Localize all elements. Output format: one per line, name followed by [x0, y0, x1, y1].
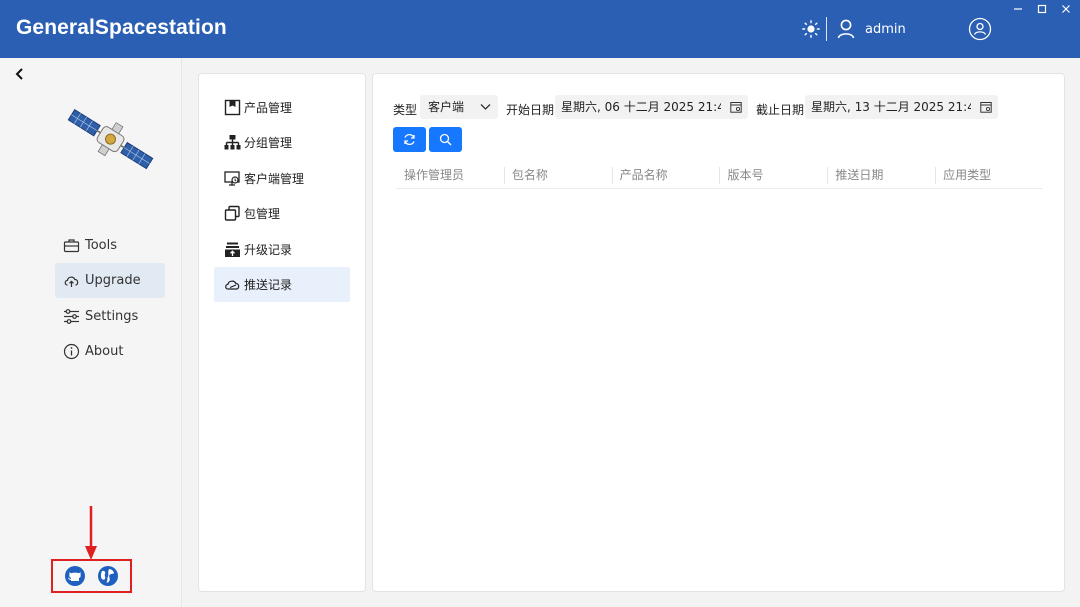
close-window-button[interactable]	[1058, 4, 1074, 18]
submenu-item-label: 升级记录	[244, 243, 293, 257]
start-date-label: 开始日期	[506, 103, 555, 117]
sidebar-item-label: Upgrade	[85, 273, 141, 288]
push-cloud-icon	[225, 280, 240, 290]
calendar-icon	[980, 102, 992, 113]
submenu-item-packages[interactable]: 包管理	[214, 196, 350, 231]
social-links-highlight	[51, 559, 132, 593]
search-button[interactable]	[429, 127, 462, 152]
submenu-item-label: 推送记录	[244, 278, 293, 292]
end-date-label: 截止日期	[756, 103, 805, 117]
sliders-icon	[64, 309, 79, 324]
sidebar-item-upgrade[interactable]: Upgrade	[55, 263, 165, 298]
sidebar-item-about[interactable]: About	[55, 334, 165, 369]
submenu-item-label: 产品管理	[244, 101, 293, 115]
package-copy-icon	[224, 205, 240, 221]
chevron-down-icon	[480, 104, 491, 110]
info-icon	[63, 343, 80, 360]
annotation-arrow	[85, 506, 97, 560]
upgrade-submenu: 产品管理 分组管理 客户端管理 包管理 升级记录 推送记录	[198, 73, 366, 592]
sidebar-item-tools[interactable]: Tools	[55, 228, 165, 263]
minimize-icon	[1014, 8, 1022, 10]
refresh-button[interactable]	[393, 127, 426, 152]
hierarchy-icon	[224, 135, 241, 150]
push-records-panel: 类型 客户端 开始日期 星期六, 06 十二月 2025 21:40:35 截止…	[372, 73, 1065, 592]
theme-toggle-button[interactable]	[801, 19, 821, 39]
back-button[interactable]	[12, 66, 28, 82]
submenu-item-label: 分组管理	[244, 136, 293, 150]
type-label: 类型	[393, 103, 418, 117]
client-monitor-icon	[224, 171, 240, 186]
type-select[interactable]: 客户端	[420, 95, 498, 119]
maximize-button[interactable]	[1034, 4, 1050, 18]
push-records-table-header: 操作管理员 包名称 产品名称 版本号 推送日期 应用类型	[396, 165, 1043, 189]
start-date-picker[interactable]: 星期六, 06 十二月 2025 21:40:35	[555, 95, 748, 119]
globe-icon[interactable]	[97, 565, 119, 587]
column-header-push-date[interactable]: 推送日期	[827, 165, 935, 188]
github-icon[interactable]	[64, 565, 86, 587]
satellite-logo	[67, 108, 154, 170]
sidebar-item-label: Tools	[85, 238, 118, 253]
account-circle-icon	[968, 17, 992, 41]
end-date-picker[interactable]: 星期六, 13 十二月 2025 21:40:35	[805, 95, 998, 119]
calendar-icon	[730, 102, 742, 113]
product-box-icon	[224, 99, 241, 116]
user-icon	[837, 19, 855, 39]
account-avatar-button[interactable]	[968, 17, 992, 41]
chevron-left-icon	[15, 68, 23, 80]
sidebar-item-label: About	[85, 344, 124, 359]
close-icon	[1062, 5, 1070, 13]
start-date-value: 星期六, 06 十二月 2025 21:40:35	[561, 100, 721, 114]
submenu-item-groups[interactable]: 分组管理	[214, 125, 350, 160]
toolbox-icon	[63, 239, 80, 253]
column-header-product-name[interactable]: 产品名称	[611, 165, 720, 188]
upgrade-record-icon	[225, 242, 240, 257]
maximize-icon	[1037, 4, 1047, 14]
refresh-icon	[404, 133, 415, 146]
sun-icon	[802, 20, 820, 38]
column-header-package-name[interactable]: 包名称	[503, 165, 612, 188]
submenu-item-push-records[interactable]: 推送记录	[214, 267, 350, 302]
column-header-version[interactable]: 版本号	[719, 165, 827, 188]
submenu-item-clients[interactable]: 客户端管理	[214, 161, 350, 196]
end-date-value: 星期六, 13 十二月 2025 21:40:35	[811, 100, 971, 114]
sidebar-item-settings[interactable]: Settings	[55, 299, 165, 334]
title-divider	[826, 17, 827, 41]
column-header-app-type[interactable]: 应用类型	[935, 165, 1043, 188]
left-nav: Tools Upgrade Settings About	[0, 58, 182, 607]
column-header-operator[interactable]: 操作管理员	[396, 165, 504, 188]
submenu-item-upgrade-records[interactable]: 升级记录	[214, 232, 350, 267]
user-name: admin	[865, 21, 906, 37]
type-select-value: 客户端	[428, 100, 465, 114]
cloud-upload-icon	[64, 276, 79, 287]
app-title: GeneralSpacestation	[16, 16, 227, 39]
submenu-item-label: 包管理	[244, 207, 281, 221]
submenu-item-products[interactable]: 产品管理	[214, 90, 350, 125]
search-icon	[439, 133, 452, 146]
user-menu[interactable]: admin	[837, 18, 906, 40]
sidebar-item-label: Settings	[85, 309, 139, 324]
submenu-item-label: 客户端管理	[244, 172, 305, 186]
minimize-button[interactable]	[1010, 4, 1026, 18]
title-bar: GeneralSpacestation admin	[0, 0, 1080, 58]
